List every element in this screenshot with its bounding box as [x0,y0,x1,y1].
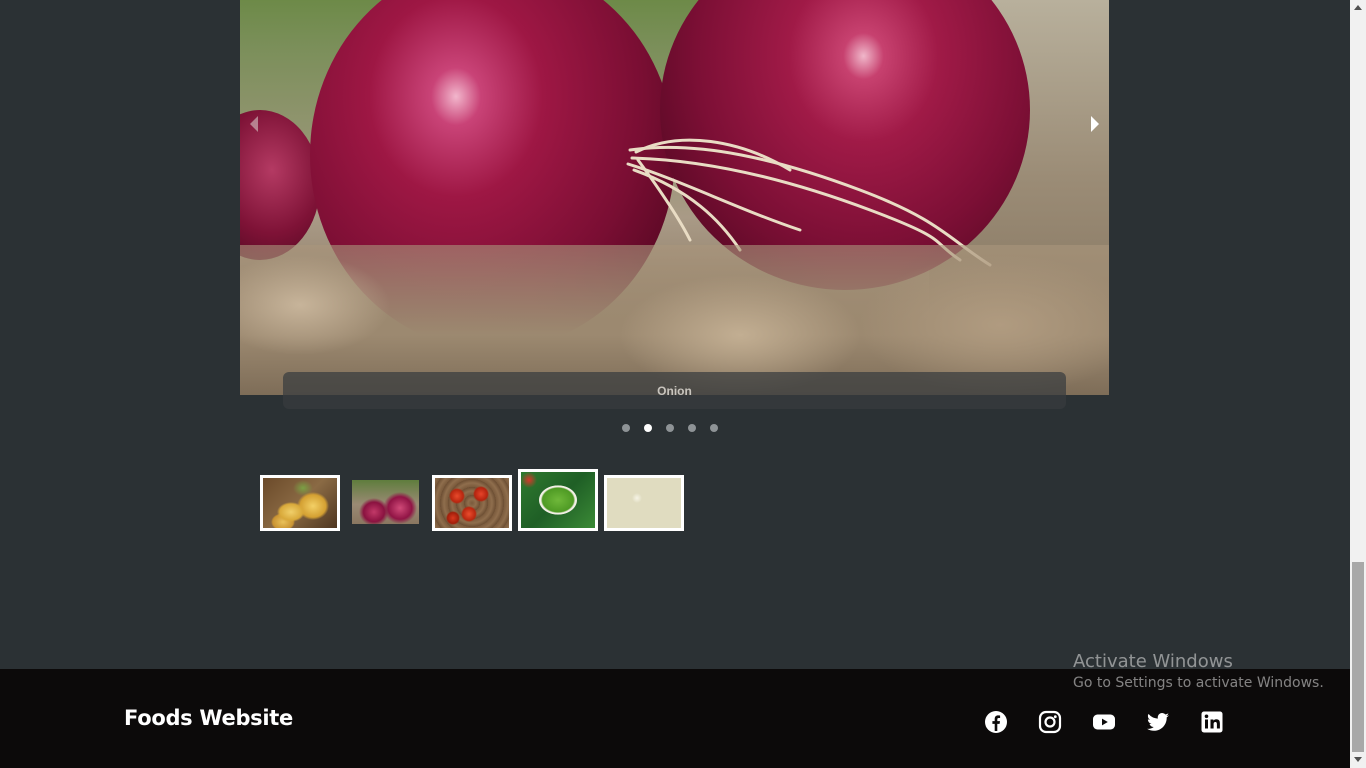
slide-indicators [622,424,718,434]
cauliflower-image [607,478,681,528]
thumbnail-green-chilli[interactable] [518,469,598,531]
activate-windows-subtitle: Go to Settings to activate Windows. [1073,675,1324,691]
slide-indicator-dot[interactable] [710,424,718,432]
slide-indicator-dot-active[interactable] [644,424,652,432]
thumbnail-potato[interactable] [260,475,340,531]
onion-image [352,480,419,524]
activate-windows-title: Activate Windows [1073,651,1233,672]
tomato-image [435,478,509,528]
slide-indicator-dot[interactable] [622,424,630,432]
scroll-up-arrow-icon[interactable] [1354,5,1362,10]
scrollbar-thumb[interactable] [1352,562,1364,752]
twitter-icon[interactable] [1146,710,1170,734]
onion-image-part [240,110,320,260]
slide-caption: Onion [283,372,1066,409]
page-scrollbar[interactable] [1350,0,1366,768]
activate-windows-watermark: Activate Windows Go to Settings to activ… [1073,651,1324,691]
facebook-icon[interactable] [984,710,1008,734]
thumbnail-cauliflower[interactable] [604,475,684,531]
footer-brand[interactable]: Foods Website [124,706,293,730]
thumbnail-onion[interactable] [349,477,422,527]
green-chilli-image [521,472,595,528]
instagram-icon[interactable] [1038,710,1062,734]
social-links [984,710,1224,734]
linkedin-icon[interactable] [1200,710,1224,734]
scroll-down-arrow-icon[interactable] [1354,757,1362,762]
slide-indicator-dot[interactable] [666,424,674,432]
chevron-left-icon[interactable] [250,116,258,132]
image-slider [240,0,1109,395]
slide-indicator-dot[interactable] [688,424,696,432]
thumbnail-tomato[interactable] [432,475,512,531]
potato-image [263,478,337,528]
youtube-icon[interactable] [1092,710,1116,734]
slide-caption-text: Onion [657,384,692,398]
chevron-right-icon[interactable] [1091,116,1099,132]
